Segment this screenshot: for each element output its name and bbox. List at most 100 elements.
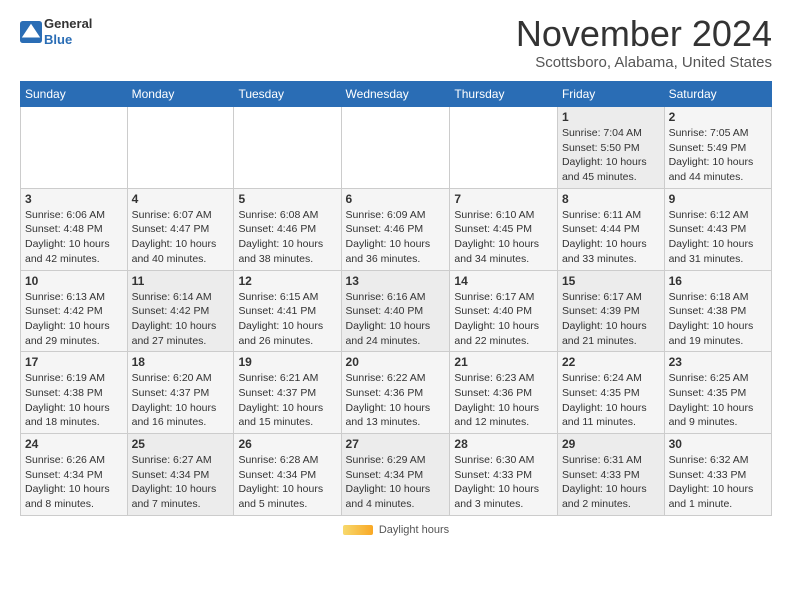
calendar-header-tuesday: Tuesday bbox=[234, 82, 341, 107]
legend: Daylight hours bbox=[20, 524, 772, 536]
day-info: Sunrise: 6:19 AM Sunset: 4:38 PM Dayligh… bbox=[25, 371, 123, 430]
day-number: 30 bbox=[669, 437, 767, 451]
day-info: Sunrise: 6:12 AM Sunset: 4:43 PM Dayligh… bbox=[669, 208, 767, 267]
day-number: 24 bbox=[25, 437, 123, 451]
calendar-cell: 15Sunrise: 6:17 AM Sunset: 4:39 PM Dayli… bbox=[557, 270, 664, 352]
calendar-week-row: 3 Sunrise: 6:06 AM Sunset: 4:48 PM Daylig… bbox=[21, 188, 772, 270]
calendar-cell: 19 Sunrise: 6:21 AM Sunset: 4:37 PM Dayli… bbox=[234, 352, 341, 434]
day-number: 11 bbox=[132, 274, 230, 288]
day-number: 6 bbox=[346, 192, 446, 206]
day-number: 7 bbox=[454, 192, 553, 206]
day-number: 20 bbox=[346, 355, 446, 369]
day-info: Sunrise: 6:21 AM Sunset: 4:37 PM Dayligh… bbox=[238, 371, 336, 430]
calendar-cell: 18Sunrise: 6:20 AM Sunset: 4:37 PM Dayli… bbox=[127, 352, 234, 434]
day-number: 22 bbox=[562, 355, 660, 369]
day-number: 28 bbox=[454, 437, 553, 451]
day-number: 9 bbox=[669, 192, 767, 206]
day-info: Sunrise: 6:30 AM Sunset: 4:33 PM Dayligh… bbox=[454, 453, 553, 512]
calendar-cell: 6Sunrise: 6:09 AM Sunset: 4:46 PM Daylig… bbox=[341, 188, 450, 270]
day-number: 25 bbox=[132, 437, 230, 451]
calendar-cell: 11Sunrise: 6:14 AM Sunset: 4:42 PM Dayli… bbox=[127, 270, 234, 352]
day-info: Sunrise: 6:22 AM Sunset: 4:36 PM Dayligh… bbox=[346, 371, 446, 430]
day-info: Sunrise: 6:25 AM Sunset: 4:35 PM Dayligh… bbox=[669, 371, 767, 430]
day-number: 5 bbox=[238, 192, 336, 206]
legend-label: Daylight hours bbox=[379, 524, 449, 536]
day-info: Sunrise: 6:29 AM Sunset: 4:34 PM Dayligh… bbox=[346, 453, 446, 512]
day-info: Sunrise: 6:26 AM Sunset: 4:34 PM Dayligh… bbox=[25, 453, 123, 512]
day-info: Sunrise: 6:32 AM Sunset: 4:33 PM Dayligh… bbox=[669, 453, 767, 512]
day-number: 4 bbox=[132, 192, 230, 206]
calendar-cell: 5 Sunrise: 6:08 AM Sunset: 4:46 PM Daylig… bbox=[234, 188, 341, 270]
legend-bar bbox=[343, 525, 373, 535]
day-number: 16 bbox=[669, 274, 767, 288]
calendar-cell bbox=[21, 107, 128, 189]
day-number: 23 bbox=[669, 355, 767, 369]
calendar-week-row: 1 Sunrise: 7:04 AM Sunset: 5:50 PM Daylig… bbox=[21, 107, 772, 189]
day-info: Sunrise: 6:08 AM Sunset: 4:46 PM Dayligh… bbox=[238, 208, 336, 267]
calendar-header-thursday: Thursday bbox=[450, 82, 558, 107]
calendar-cell: 16 Sunrise: 6:18 AM Sunset: 4:38 PM Dayli… bbox=[664, 270, 771, 352]
day-info: Sunrise: 6:13 AM Sunset: 4:42 PM Dayligh… bbox=[25, 290, 123, 349]
day-number: 19 bbox=[238, 355, 336, 369]
day-number: 3 bbox=[25, 192, 123, 206]
logo-blue: Blue bbox=[44, 32, 72, 47]
calendar-header-friday: Friday bbox=[557, 82, 664, 107]
calendar-cell: 30 Sunrise: 6:32 AM Sunset: 4:33 PM Dayli… bbox=[664, 434, 771, 516]
calendar-cell: 12 Sunrise: 6:15 AM Sunset: 4:41 PM Dayli… bbox=[234, 270, 341, 352]
calendar-week-row: 17 Sunrise: 6:19 AM Sunset: 4:38 PM Dayli… bbox=[21, 352, 772, 434]
calendar-cell: 1 Sunrise: 7:04 AM Sunset: 5:50 PM Daylig… bbox=[557, 107, 664, 189]
logo-icon bbox=[20, 21, 42, 43]
day-info: Sunrise: 6:27 AM Sunset: 4:34 PM Dayligh… bbox=[132, 453, 230, 512]
day-info: Sunrise: 6:24 AM Sunset: 4:35 PM Dayligh… bbox=[562, 371, 660, 430]
day-number: 27 bbox=[346, 437, 446, 451]
calendar-cell: 2 Sunrise: 7:05 AM Sunset: 5:49 PM Daylig… bbox=[664, 107, 771, 189]
day-info: Sunrise: 6:07 AM Sunset: 4:47 PM Dayligh… bbox=[132, 208, 230, 267]
calendar-cell: 7Sunrise: 6:10 AM Sunset: 4:45 PM Daylig… bbox=[450, 188, 558, 270]
day-info: Sunrise: 7:04 AM Sunset: 5:50 PM Dayligh… bbox=[562, 126, 660, 185]
day-number: 21 bbox=[454, 355, 553, 369]
logo-general: General bbox=[44, 16, 92, 31]
calendar-week-row: 24 Sunrise: 6:26 AM Sunset: 4:34 PM Dayli… bbox=[21, 434, 772, 516]
day-number: 8 bbox=[562, 192, 660, 206]
day-info: Sunrise: 6:17 AM Sunset: 4:40 PM Dayligh… bbox=[454, 290, 553, 349]
calendar-cell: 20 Sunrise: 6:22 AM Sunset: 4:36 PM Dayli… bbox=[341, 352, 450, 434]
day-number: 26 bbox=[238, 437, 336, 451]
calendar-cell: 28 Sunrise: 6:30 AM Sunset: 4:33 PM Dayli… bbox=[450, 434, 558, 516]
calendar-header-sunday: Sunday bbox=[21, 82, 128, 107]
logo: General Blue bbox=[20, 16, 92, 47]
calendar-cell: 14 Sunrise: 6:17 AM Sunset: 4:40 PM Dayli… bbox=[450, 270, 558, 352]
header: General Blue November 2024 Scottsboro, A… bbox=[20, 16, 772, 71]
day-info: Sunrise: 7:05 AM Sunset: 5:49 PM Dayligh… bbox=[669, 126, 767, 185]
calendar-cell: 8 Sunrise: 6:11 AM Sunset: 4:44 PM Daylig… bbox=[557, 188, 664, 270]
day-number: 17 bbox=[25, 355, 123, 369]
day-number: 14 bbox=[454, 274, 553, 288]
page: General Blue November 2024 Scottsboro, A… bbox=[0, 0, 792, 546]
calendar-cell: 3 Sunrise: 6:06 AM Sunset: 4:48 PM Daylig… bbox=[21, 188, 128, 270]
day-info: Sunrise: 6:23 AM Sunset: 4:36 PM Dayligh… bbox=[454, 371, 553, 430]
day-number: 1 bbox=[562, 110, 660, 124]
day-info: Sunrise: 6:31 AM Sunset: 4:33 PM Dayligh… bbox=[562, 453, 660, 512]
calendar-cell bbox=[341, 107, 450, 189]
calendar-cell: 10 Sunrise: 6:13 AM Sunset: 4:42 PM Dayli… bbox=[21, 270, 128, 352]
calendar-cell bbox=[450, 107, 558, 189]
calendar-cell: 26Sunrise: 6:28 AM Sunset: 4:34 PM Dayli… bbox=[234, 434, 341, 516]
day-info: Sunrise: 6:18 AM Sunset: 4:38 PM Dayligh… bbox=[669, 290, 767, 349]
calendar-cell: 9 Sunrise: 6:12 AM Sunset: 4:43 PM Daylig… bbox=[664, 188, 771, 270]
day-number: 29 bbox=[562, 437, 660, 451]
day-number: 18 bbox=[132, 355, 230, 369]
calendar-cell: 13Sunrise: 6:16 AM Sunset: 4:40 PM Dayli… bbox=[341, 270, 450, 352]
calendar-header-monday: Monday bbox=[127, 82, 234, 107]
calendar-header-row: SundayMondayTuesdayWednesdayThursdayFrid… bbox=[21, 82, 772, 107]
day-number: 10 bbox=[25, 274, 123, 288]
calendar-cell bbox=[234, 107, 341, 189]
day-info: Sunrise: 6:11 AM Sunset: 4:44 PM Dayligh… bbox=[562, 208, 660, 267]
day-info: Sunrise: 6:06 AM Sunset: 4:48 PM Dayligh… bbox=[25, 208, 123, 267]
month-title: November 2024 bbox=[516, 16, 772, 52]
day-number: 2 bbox=[669, 110, 767, 124]
calendar-header-wednesday: Wednesday bbox=[341, 82, 450, 107]
calendar-cell: 29 Sunrise: 6:31 AM Sunset: 4:33 PM Dayli… bbox=[557, 434, 664, 516]
day-info: Sunrise: 6:16 AM Sunset: 4:40 PM Dayligh… bbox=[346, 290, 446, 349]
day-info: Sunrise: 6:15 AM Sunset: 4:41 PM Dayligh… bbox=[238, 290, 336, 349]
day-number: 12 bbox=[238, 274, 336, 288]
calendar-cell: 25 Sunrise: 6:27 AM Sunset: 4:34 PM Dayli… bbox=[127, 434, 234, 516]
